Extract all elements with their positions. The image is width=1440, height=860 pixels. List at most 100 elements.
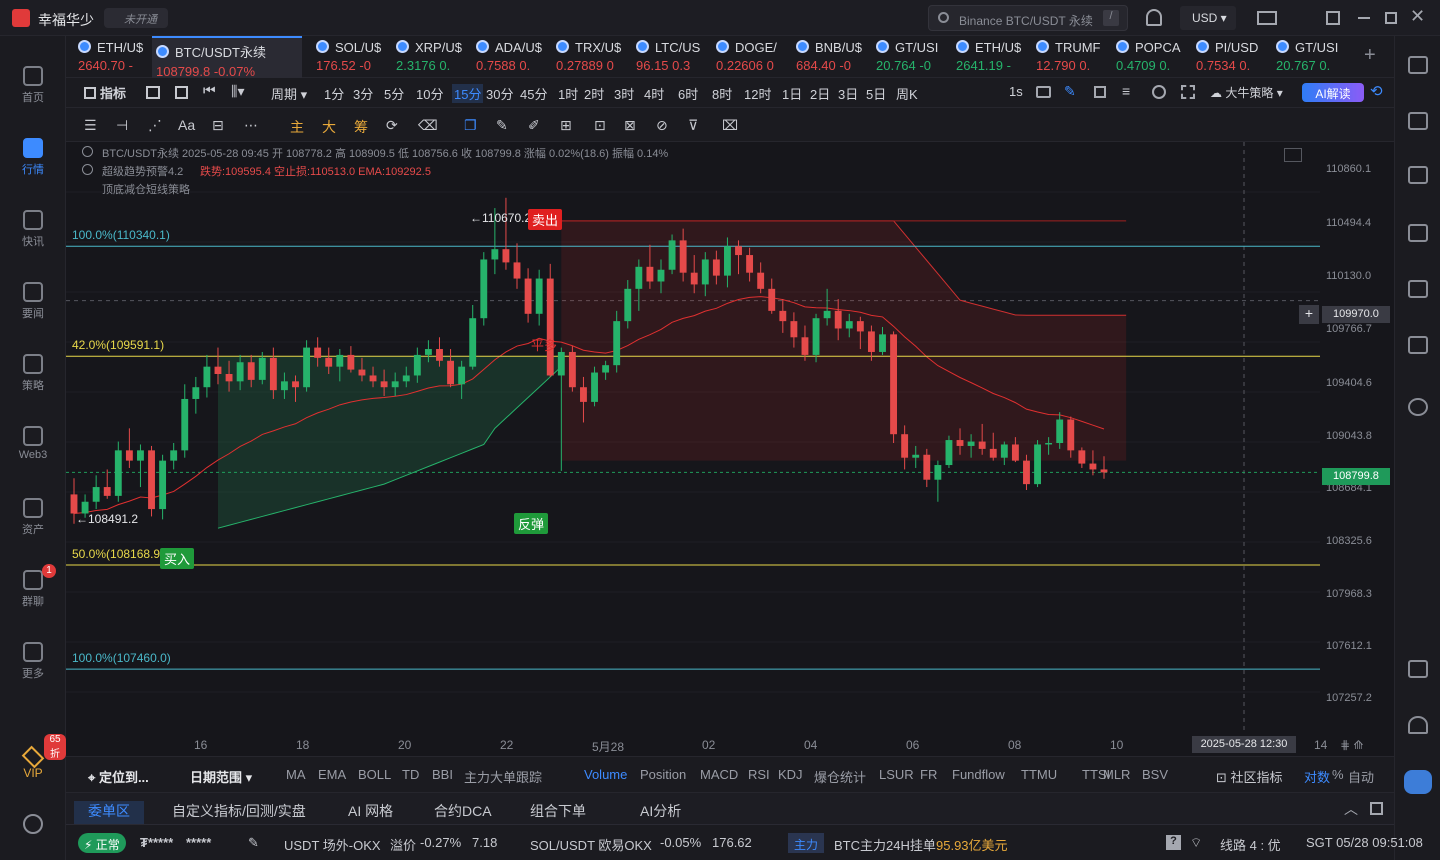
candlestick-chart[interactable]: BTC/USDT永续 2025-05-28 09:45 开 108778.2 高… (66, 142, 1394, 756)
ticker-item[interactable]: TRX/U$ 0.27889 0 (552, 36, 630, 78)
timeframe-18[interactable]: 周K (896, 84, 918, 103)
timeframe-2[interactable]: 5分 (384, 84, 404, 103)
bell-icon[interactable] (1146, 9, 1162, 26)
ticker-item[interactable]: ETH/U$ 2641.19 - (952, 36, 1030, 78)
chips-overlay-button[interactable]: 筹 (354, 117, 368, 137)
brush-icon[interactable]: ✎ (496, 117, 508, 134)
timeframe-14[interactable]: 1日 (782, 84, 802, 103)
timeframe-7[interactable]: 1时 (558, 84, 578, 103)
analytics-icon[interactable] (1408, 224, 1428, 242)
sidebar-item-strategy[interactable]: 策略 (0, 344, 66, 404)
indicator-tab-17[interactable]: MLR (1103, 767, 1130, 782)
panel-tab-3[interactable]: 合约DCA (434, 801, 492, 821)
community-indicators-button[interactable]: ⊡ 社区指标 (1216, 767, 1283, 786)
ticker-item[interactable]: BNB/U$ 684.40 -0 (792, 36, 870, 78)
hline-tool-icon[interactable]: ☰ (84, 117, 97, 134)
indicator-tab-5[interactable]: 主力大单跟踪 (464, 767, 542, 786)
big-overlay-button[interactable]: 大 (322, 117, 336, 137)
marker-icon[interactable]: ✐ (528, 117, 540, 134)
select-icon[interactable] (1094, 86, 1106, 98)
sidebar-item-market[interactable]: 行情 (0, 128, 66, 188)
maximize-button[interactable] (1385, 12, 1397, 24)
crosshair-plus-icon[interactable]: + (1299, 305, 1319, 324)
ai-explain-button[interactable]: AI解读 (1302, 83, 1364, 102)
indicator-tab-13[interactable]: FR (920, 767, 937, 782)
connection-status[interactable]: ⚡ 正常 (78, 833, 126, 853)
indicator-tab-15[interactable]: TTMU (1021, 767, 1057, 782)
copy-icon[interactable]: ❐ (464, 117, 477, 134)
main-force-text[interactable]: BTC主力24H挂单 (834, 835, 936, 854)
layout-icon[interactable] (1326, 11, 1340, 25)
ticker-item[interactable]: TRUMF 12.790 0. (1032, 36, 1110, 78)
trash-icon[interactable]: ⌧ (722, 117, 738, 134)
timeframe-5[interactable]: 30分 (486, 84, 513, 103)
replay-icon[interactable]: ⟳ (386, 117, 398, 134)
ticker-item[interactable]: ADA/U$ 0.7588 0. (472, 36, 550, 78)
edit-icon[interactable]: ✎ (248, 835, 259, 851)
help-icon[interactable]: ? (1166, 835, 1181, 850)
auto-toggle[interactable]: 自动 (1348, 767, 1374, 786)
timeframe-17[interactable]: 5日 (866, 84, 886, 103)
card-icon[interactable] (1408, 336, 1428, 354)
pen-icon[interactable]: ✎ (1064, 83, 1076, 100)
otc-ticker[interactable]: USDT 场外-OKX (284, 835, 381, 854)
network-line[interactable]: 线路 4 : 优 (1220, 835, 1281, 854)
panel-tab-2[interactable]: AI 网格 (348, 801, 393, 821)
parallel-tool-icon[interactable]: ⋰ (148, 117, 162, 134)
indicator-tab-1[interactable]: EMA (318, 767, 346, 782)
ticker-item[interactable]: XRP/U$ 2.3176 0. (392, 36, 470, 78)
account-badge[interactable]: 未开通 (104, 8, 168, 28)
locate-button[interactable]: ⌖ 定位到... (88, 767, 149, 786)
indicator-button[interactable]: 指标 (84, 83, 126, 102)
magnet-icon[interactable]: ⊘ (656, 117, 668, 134)
indicator-tab-3[interactable]: TD (402, 767, 419, 782)
timeframe-0[interactable]: 1分 (324, 84, 344, 103)
timeframe-8[interactable]: 2时 (584, 84, 604, 103)
chart-type-icon[interactable]: ⫼▾ (231, 83, 244, 100)
mail-icon[interactable] (1257, 11, 1277, 25)
timeframe-6[interactable]: 45分 (520, 84, 547, 103)
timeframe-16[interactable]: 3日 (838, 84, 858, 103)
panel-tab-4[interactable]: 组合下单 (530, 801, 586, 821)
indicator-tab-10[interactable]: KDJ (778, 767, 803, 782)
sidebar-item-group[interactable]: 群聊 1 (0, 560, 66, 620)
filter-icon[interactable]: ⊽ (688, 117, 698, 134)
timeframe-12[interactable]: 8时 (712, 84, 732, 103)
timeframe-4[interactable]: 15分 (452, 84, 484, 103)
fullscreen-icon[interactable] (1181, 85, 1195, 99)
panel-tab-5[interactable]: AI分析 (640, 801, 681, 821)
ticker-item[interactable]: POPCA 0.4709 0. (1112, 36, 1190, 78)
timeframe-3[interactable]: 10分 (416, 84, 443, 103)
indicator-tab-12[interactable]: LSUR (879, 767, 914, 782)
ruler-tool-icon[interactable]: ⊟ (212, 117, 224, 134)
indicator-tab-8[interactable]: MACD (700, 767, 738, 782)
settings-icon[interactable] (1152, 85, 1166, 99)
indicator-tab-2[interactable]: BOLL (358, 767, 391, 782)
share-icon[interactable]: ⟲ (1370, 82, 1383, 100)
expand-chart-icon[interactable] (1284, 148, 1302, 162)
collapse-icon[interactable] (82, 146, 93, 157)
headset-icon[interactable] (1408, 716, 1428, 734)
erase-icon[interactable]: ⌫ (418, 117, 438, 134)
chart-canvas[interactable] (66, 142, 1394, 756)
panel-tab-1[interactable]: 自定义指标/回测/实盘 (172, 801, 306, 821)
indicator-tab-0[interactable]: MA (286, 767, 306, 782)
strategy-select[interactable]: ☁ 大牛策略 ▾ (1210, 84, 1283, 101)
assistant-bot-icon[interactable] (1404, 770, 1432, 794)
sidebar-item-home[interactable]: 首页 (0, 56, 66, 116)
indicator-tab-14[interactable]: Fundflow (952, 767, 1005, 782)
currency-select[interactable]: USD ▾ (1180, 6, 1236, 30)
timeframe-1[interactable]: 3分 (353, 84, 373, 103)
ticker-item[interactable]: BTC/USDT永续 108799.8 -0.07% (152, 36, 302, 78)
indicator-tab-9[interactable]: RSI (748, 767, 770, 782)
sidebar-item-more[interactable]: 更多 (0, 632, 66, 692)
timeframe-15[interactable]: 2日 (810, 84, 830, 103)
ticker-item[interactable]: LTC/US 96.15 0.3 (632, 36, 710, 78)
monitor-icon[interactable] (1408, 280, 1428, 298)
timeframe-11[interactable]: 6时 (678, 84, 698, 103)
window-icon[interactable] (1408, 660, 1428, 678)
period-select[interactable]: 周期 ▾ (271, 84, 307, 103)
ticker-item[interactable]: GT/USI 20.764 -0 (872, 36, 950, 78)
vip-entry[interactable]: 65折 VIP (0, 734, 66, 780)
hide-indicator-icon[interactable] (82, 164, 93, 175)
